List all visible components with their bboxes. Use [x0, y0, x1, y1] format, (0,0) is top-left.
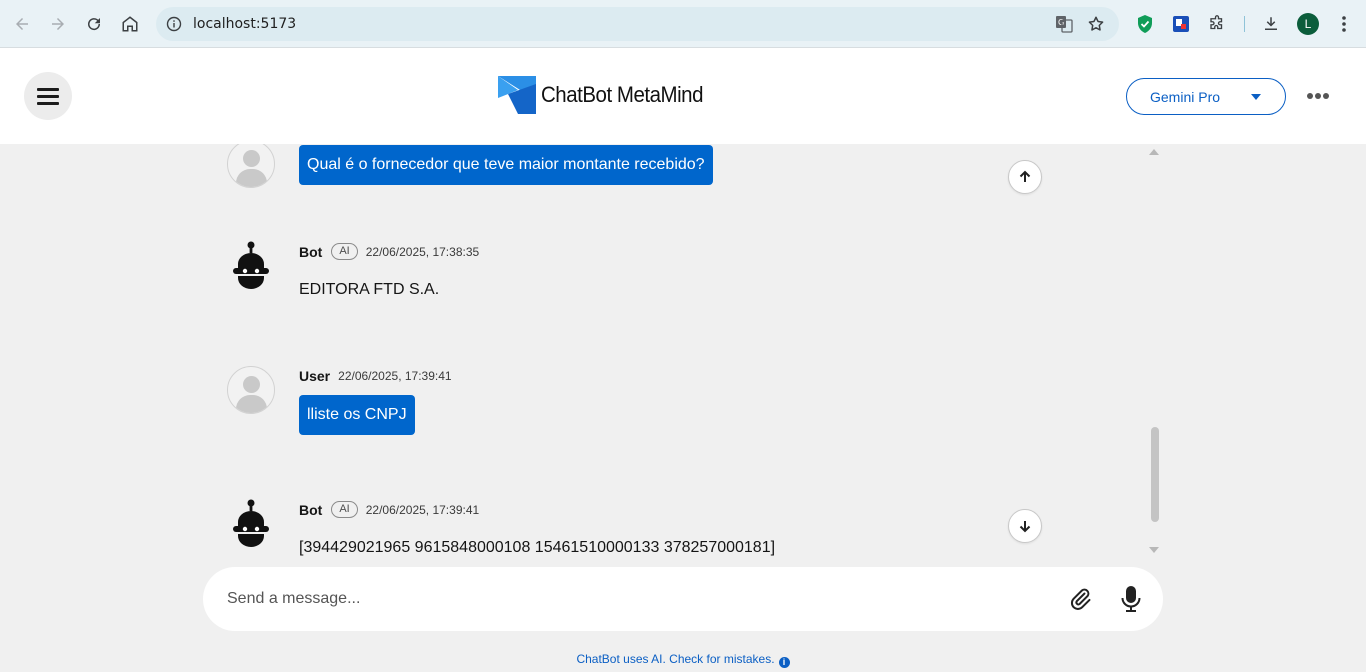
forward-button[interactable]	[42, 8, 74, 40]
arrow-left-icon	[16, 18, 28, 30]
translate-icon: G	[1056, 16, 1073, 33]
model-select[interactable]: Gemini Pro	[1126, 78, 1286, 115]
arrow-right-icon	[52, 18, 64, 30]
home-button[interactable]	[114, 8, 146, 40]
sender-name: User	[299, 368, 331, 384]
url-text: localhost:5173	[193, 16, 297, 32]
sender-name: Bot	[299, 501, 323, 518]
arrow-down-icon	[1019, 521, 1031, 533]
microphone-icon	[1121, 586, 1141, 612]
scrollbar-up-arrow-icon[interactable]	[1149, 149, 1159, 155]
kebab-menu-icon	[1342, 16, 1346, 32]
extensions-button[interactable]	[1206, 13, 1228, 35]
profile-avatar[interactable]: L	[1297, 13, 1319, 35]
back-button[interactable]	[6, 8, 38, 40]
user-message-bubble: lliste os CNPJ	[299, 395, 415, 435]
user-message-header: User 22/06/2025, 17:39:41	[299, 368, 452, 384]
more-options-button[interactable]	[1303, 84, 1333, 108]
hamburger-icon	[37, 84, 59, 109]
arrow-up-icon	[1019, 170, 1031, 182]
bot-message-header: Bot AI 22/06/2025, 17:38:35	[299, 243, 479, 260]
disclaimer: ChatBot uses AI. Check for mistakes. i	[0, 652, 1366, 668]
star-icon	[1088, 16, 1104, 31]
brand-logo-icon	[498, 76, 536, 114]
info-icon[interactable]: i	[778, 657, 790, 668]
browser-toolbar: localhost:5173 G L	[0, 0, 1366, 48]
reload-icon	[88, 18, 101, 31]
extension-blue-button[interactable]	[1170, 13, 1192, 35]
message-timestamp: 22/06/2025, 17:39:41	[338, 369, 452, 383]
ai-badge: AI	[331, 243, 358, 260]
message-timestamp: 22/06/2025, 17:39:41	[365, 502, 480, 517]
disclaimer-text: ChatBot uses AI. Check for mistakes.	[576, 652, 775, 666]
download-icon	[1265, 17, 1277, 30]
brand: ChatBot MetaMind	[496, 76, 715, 114]
bot-message-text: [394429021965 9615848000108 154615100001…	[299, 539, 776, 556]
bookmark-button[interactable]	[1085, 15, 1107, 33]
reload-button[interactable]	[78, 8, 110, 40]
message-input[interactable]	[227, 585, 1047, 613]
message-composer	[203, 567, 1163, 631]
extension-app-icon	[1173, 16, 1189, 32]
user-message-bubble: Qual é o fornecedor que teve maior monta…	[299, 145, 713, 185]
chat-scrollbar[interactable]	[1149, 144, 1161, 566]
chat-log[interactable]: Qual é o fornecedor que teve maior monta…	[0, 144, 1366, 566]
site-info-icon[interactable]	[166, 16, 182, 32]
browser-menu-button[interactable]	[1333, 13, 1355, 35]
puzzle-icon	[1210, 15, 1223, 30]
shield-icon	[1138, 15, 1152, 33]
more-dots-icon	[1307, 93, 1313, 99]
ai-badge: AI	[331, 501, 358, 518]
translate-button[interactable]: G	[1053, 15, 1075, 33]
attach-button[interactable]	[1066, 585, 1094, 613]
microphone-button[interactable]	[1119, 584, 1143, 614]
downloads-button[interactable]	[1260, 13, 1282, 35]
app-header: ChatBot MetaMind Gemini Pro	[0, 48, 1366, 144]
bot-message-header: Bot AI 22/06/2025, 17:39:41	[299, 501, 479, 518]
message-timestamp: 22/06/2025, 17:38:35	[365, 244, 480, 259]
model-select-value: Gemini Pro	[1150, 89, 1221, 105]
scrollbar-down-arrow-icon[interactable]	[1149, 547, 1159, 553]
bot-message-text: EDITORA FTD S.A.	[299, 281, 440, 298]
caret-down-icon	[1251, 94, 1261, 100]
bot-avatar-icon	[233, 499, 269, 547]
scrollbar-thumb[interactable]	[1151, 427, 1159, 522]
brand-title: ChatBot MetaMind	[541, 82, 704, 107]
scroll-to-top-button[interactable]	[1008, 160, 1042, 194]
home-icon	[122, 16, 138, 32]
toolbar-separator	[1244, 16, 1245, 32]
scroll-to-bottom-button[interactable]	[1008, 509, 1042, 543]
menu-button[interactable]	[24, 72, 72, 120]
user-avatar	[227, 144, 275, 188]
sender-name: Bot	[299, 243, 323, 260]
extension-shield-button[interactable]	[1134, 13, 1156, 35]
bot-avatar-icon	[233, 241, 269, 289]
address-bar[interactable]: localhost:5173 G	[156, 7, 1119, 41]
paperclip-icon	[1071, 588, 1091, 610]
user-avatar	[227, 366, 275, 414]
